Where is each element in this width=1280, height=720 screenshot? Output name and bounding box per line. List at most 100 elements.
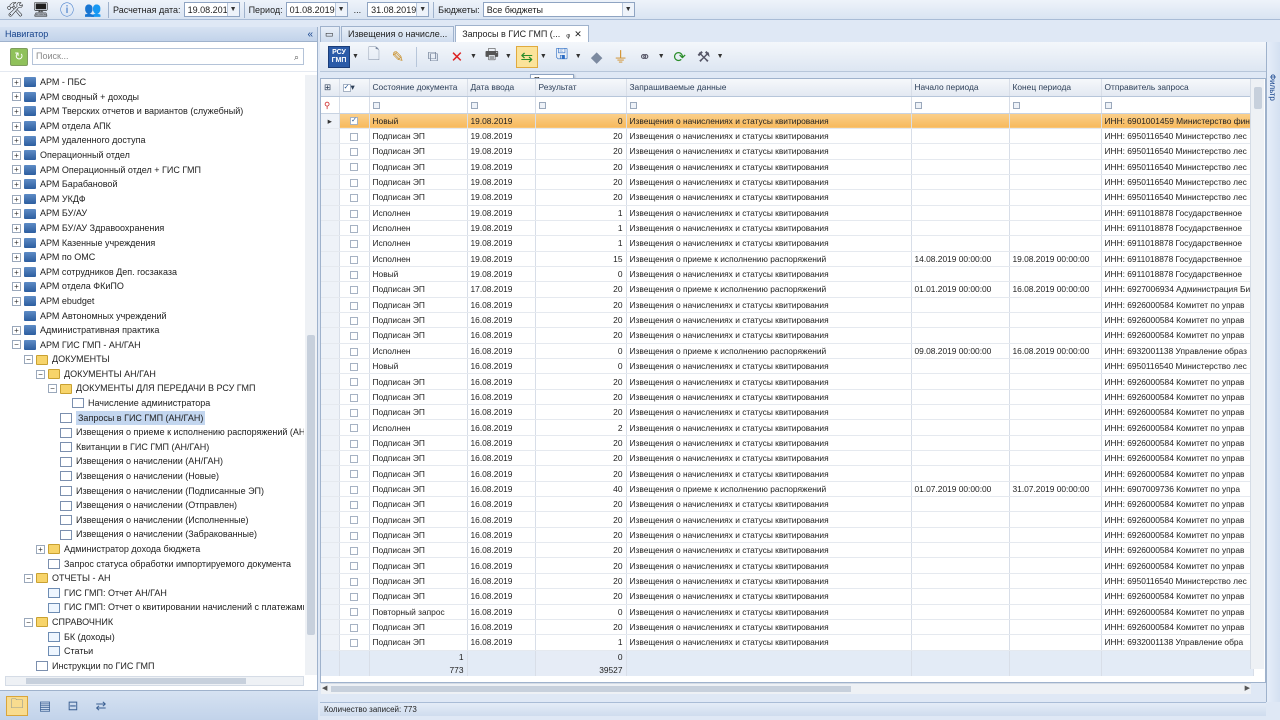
select-all-checkbox[interactable]: ✓▾ bbox=[339, 79, 370, 97]
scroll-left-icon[interactable]: ◀ bbox=[322, 684, 327, 692]
cell-date[interactable]: 16.08.2019 bbox=[467, 327, 536, 344]
scrollbar-thumb[interactable] bbox=[26, 678, 246, 684]
cell-state[interactable]: Подписан ЭП bbox=[369, 189, 468, 206]
row-checkbox-cell[interactable] bbox=[339, 251, 370, 267]
cell-result[interactable]: 20 bbox=[535, 373, 627, 390]
row-indicator[interactable] bbox=[321, 358, 340, 375]
cell-sender[interactable]: ИНН: 6926000584 Комитет по управ bbox=[1101, 619, 1254, 636]
cell-sender[interactable]: ИНН: 6926000584 Комитет по управ bbox=[1101, 435, 1254, 452]
row-indicator[interactable] bbox=[321, 343, 340, 360]
tree-item[interactable]: + АРМ отдела АПК bbox=[0, 119, 304, 134]
row-checkbox-cell[interactable] bbox=[339, 389, 370, 406]
cell-sender[interactable]: ИНН: 6901001459 Министерство фин bbox=[1101, 113, 1254, 129]
row-checkbox-cell[interactable] bbox=[339, 281, 370, 298]
cell-period-start[interactable] bbox=[911, 465, 1010, 482]
cell-requested-data[interactable]: Извещения о начислениях и статусы квитир… bbox=[626, 542, 912, 559]
cell-requested-data[interactable]: Извещения о начислениях и статусы квитир… bbox=[626, 557, 912, 574]
cell-state[interactable]: Исполнен bbox=[369, 419, 468, 436]
tree-item[interactable]: − АРМ ГИС ГМП - АН/ГАН bbox=[0, 338, 304, 353]
row-checkbox[interactable] bbox=[350, 424, 358, 433]
tree-item[interactable]: + АРМ удаленного доступа bbox=[0, 133, 304, 148]
table-row[interactable]: Подписан ЭП 16.08.2019 20 Извещения о начис… bbox=[321, 619, 1254, 636]
cell-period-start[interactable] bbox=[911, 389, 1010, 406]
expand-icon[interactable]: + bbox=[12, 282, 21, 292]
cell-requested-data[interactable]: Извещения о начислениях и статусы квитир… bbox=[626, 327, 912, 344]
table-row[interactable]: Подписан ЭП 16.08.2019 20 Извещения о начис… bbox=[321, 465, 1254, 482]
cell-period-start[interactable] bbox=[911, 205, 1010, 221]
tree-item[interactable]: − СПРАВОЧНИК bbox=[0, 615, 304, 630]
cell-sender[interactable]: ИНН: 6926000584 Комитет по управ bbox=[1101, 419, 1254, 436]
row-checkbox[interactable] bbox=[350, 209, 358, 218]
cell-period-end[interactable] bbox=[1009, 588, 1102, 605]
cell-requested-data[interactable]: Извещения о приеме к исполнению распоряж… bbox=[626, 251, 912, 267]
row-checkbox[interactable] bbox=[350, 194, 358, 203]
cell-sender[interactable]: ИНН: 6926000584 Комитет по управ bbox=[1101, 496, 1254, 513]
filter-operator-icon[interactable] bbox=[538, 101, 546, 109]
row-checkbox[interactable] bbox=[350, 485, 358, 494]
tree-item[interactable]: + АРМ сотрудников Деп. госзаказа bbox=[0, 265, 304, 280]
cell-state[interactable]: Новый bbox=[369, 113, 468, 129]
row-indicator[interactable] bbox=[321, 465, 340, 482]
filter-side-panel[interactable]: Фильтр bbox=[1266, 42, 1280, 702]
row-checkbox[interactable] bbox=[350, 547, 358, 556]
link-icon[interactable]: ⚭ bbox=[634, 46, 656, 68]
cell-sender[interactable]: ИНН: 6926000584 Комитет по управ bbox=[1101, 542, 1254, 559]
filter-cell[interactable] bbox=[369, 96, 468, 114]
cell-date[interactable]: 16.08.2019 bbox=[467, 573, 536, 590]
grid-horizontal-scrollbar[interactable]: ◀ ▶ bbox=[321, 683, 1251, 694]
cell-requested-data[interactable]: Извещения о начислениях и статусы квитир… bbox=[626, 527, 912, 544]
scrollbar-thumb[interactable] bbox=[1254, 87, 1262, 109]
row-checkbox[interactable]: ✓ bbox=[350, 117, 358, 126]
cell-date[interactable]: 16.08.2019 bbox=[467, 511, 536, 528]
tree-item[interactable]: Квитанции в ГИС ГМП (АН/ГАН) bbox=[0, 440, 304, 455]
cell-date[interactable]: 19.08.2019 bbox=[467, 113, 536, 129]
row-indicator[interactable] bbox=[321, 404, 340, 421]
cell-sender[interactable]: ИНН: 6926000584 Комитет по управ bbox=[1101, 312, 1254, 329]
row-checkbox[interactable] bbox=[350, 378, 358, 387]
cell-period-end[interactable] bbox=[1009, 205, 1102, 221]
tree-item[interactable]: + АРМ УКДФ bbox=[0, 192, 304, 207]
row-indicator[interactable] bbox=[321, 389, 340, 406]
expand-icon[interactable]: + bbox=[12, 209, 21, 219]
table-row[interactable]: Подписан ЭП 16.08.2019 20 Извещения о начис… bbox=[321, 573, 1254, 590]
cell-result[interactable]: 20 bbox=[535, 573, 627, 590]
cell-result[interactable]: 20 bbox=[535, 435, 627, 452]
tree-item[interactable]: Извещения о начислении (Новые) bbox=[0, 469, 304, 484]
cell-requested-data[interactable]: Извещения о начислениях и статусы квитир… bbox=[626, 511, 912, 528]
collapse-icon[interactable]: − bbox=[12, 340, 21, 350]
cell-sender[interactable]: ИНН: 6911018878 Государственное bbox=[1101, 235, 1254, 252]
cell-sender[interactable]: ИНН: 6907009736 Комитет по упра bbox=[1101, 481, 1254, 498]
tree-item[interactable]: + АРМ отдела ФКиПО bbox=[0, 279, 304, 294]
cell-period-start[interactable] bbox=[911, 327, 1010, 344]
cell-state[interactable]: Подписан ЭП bbox=[369, 496, 468, 513]
cell-state[interactable]: Исполнен bbox=[369, 251, 468, 267]
cell-requested-data[interactable]: Извещения о начислениях и статусы квитир… bbox=[626, 189, 912, 206]
cell-state[interactable]: Подписан ЭП bbox=[369, 481, 468, 498]
row-indicator[interactable] bbox=[321, 634, 340, 651]
row-indicator[interactable] bbox=[321, 266, 340, 283]
row-checkbox-cell[interactable] bbox=[339, 527, 370, 544]
calc-date-field[interactable]: 19.08.2019 ▼ bbox=[183, 2, 240, 17]
calendar-dropdown-icon[interactable]: ▼ bbox=[226, 3, 239, 16]
row-checkbox-cell[interactable] bbox=[339, 573, 370, 590]
cell-state[interactable]: Подписан ЭП bbox=[369, 634, 468, 651]
refresh-icon[interactable]: ↻ bbox=[10, 47, 28, 66]
tools-icon[interactable]: ⚒ bbox=[693, 46, 715, 68]
collapse-panel-icon[interactable]: « bbox=[307, 27, 313, 42]
tree-item[interactable]: Извещения о приеме к исполнению распоряж… bbox=[0, 425, 304, 440]
table-row[interactable]: Подписан ЭП 16.08.2019 20 Извещения о начис… bbox=[321, 404, 1254, 421]
settings-tools-icon[interactable]: 🛠 bbox=[4, 1, 26, 19]
cell-result[interactable]: 20 bbox=[535, 619, 627, 636]
grid-vertical-scrollbar[interactable] bbox=[1250, 79, 1264, 669]
cell-requested-data[interactable]: Извещения о начислениях и статусы квитир… bbox=[626, 404, 912, 421]
cell-date[interactable]: 16.08.2019 bbox=[467, 297, 536, 313]
row-checkbox-cell[interactable] bbox=[339, 588, 370, 605]
cell-period-end[interactable] bbox=[1009, 542, 1102, 559]
cell-period-end[interactable] bbox=[1009, 511, 1102, 528]
row-checkbox[interactable] bbox=[350, 163, 358, 172]
row-indicator[interactable] bbox=[321, 251, 340, 267]
send-transfer-icon[interactable]: ⇆ bbox=[515, 45, 538, 68]
table-row[interactable]: Исполнен 19.08.2019 1 Извещения о начислени… bbox=[321, 235, 1254, 252]
cell-requested-data[interactable]: Извещения о начислениях и статусы квитир… bbox=[626, 465, 912, 482]
cell-period-start[interactable] bbox=[911, 312, 1010, 329]
